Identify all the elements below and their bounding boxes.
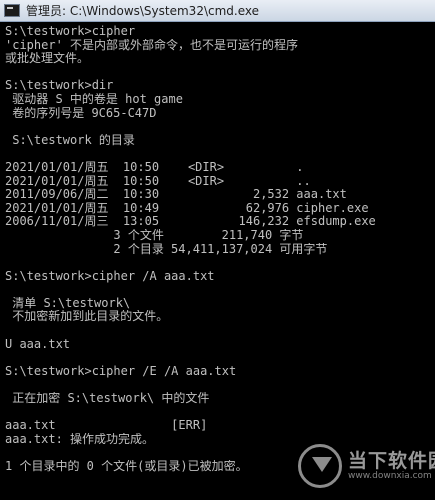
console-line: aaa.txt [ERR] [5, 419, 208, 433]
console-line: 驱动器 S 中的卷是 hot game [5, 92, 183, 106]
watermark-url: www.downxia.com [348, 471, 432, 481]
console-line: 2021/01/01/周五 10:49 62,976 cipher.exe [5, 201, 369, 215]
console-line: 2021/01/01/周五 10:50 <DIR> .. [5, 174, 311, 188]
cmd-window: 管理员: C:\Windows\System32\cmd.exe S:\test… [0, 0, 435, 500]
console-line: S:\testwork>cipher [5, 25, 136, 38]
console-line: 2006/11/01/周三 13:05 146,232 efsdump.exe [5, 215, 376, 229]
console-line: S:\testwork>cipher /A aaa.txt [5, 269, 215, 283]
title-bar[interactable]: 管理员: C:\Windows\System32\cmd.exe [0, 0, 435, 22]
console-line: 2 个目录 54,411,137,024 可用字节 [5, 242, 328, 256]
console-line: S:\testwork>cipher /E /A aaa.txt [5, 364, 237, 378]
console-line: U aaa.txt [5, 337, 71, 351]
watermark-logo: 当下软件园 www.downxia.com [298, 443, 435, 493]
console-line: 2021/01/01/周五 10:50 <DIR> . [5, 160, 304, 174]
console-output[interactable]: S:\testwork>cipher'cipher' 不是内部或外部命令，也不是… [0, 22, 435, 500]
watermark-name: 当下软件园 [348, 450, 435, 472]
console-line: 3 个文件 211,740 字节 [5, 228, 304, 242]
console-line: 正在加密 S:\testwork\ 中的文件 [5, 392, 210, 406]
console-line: 或批处理文件。 [5, 52, 90, 66]
console-line: 卷的序列号是 9C65-C47D [5, 106, 157, 120]
console-line: S:\testwork>dir [5, 79, 114, 93]
console-line: S:\testwork 的目录 [5, 133, 135, 147]
console-line: 'cipher' 不是内部或外部命令，也不是可运行的程序 [5, 38, 299, 52]
window-title: 管理员: C:\Windows\System32\cmd.exe [26, 4, 259, 18]
console-line: 清单 S:\testwork\ [5, 296, 131, 310]
download-arrow-logo-icon [298, 444, 342, 488]
console-line: 不加密新加到此目录的文件。 [5, 310, 169, 324]
cmd-console-icon [4, 4, 20, 17]
console-line: 2011/09/06/周二 10:30 2,532 aaa.txt [5, 188, 347, 202]
